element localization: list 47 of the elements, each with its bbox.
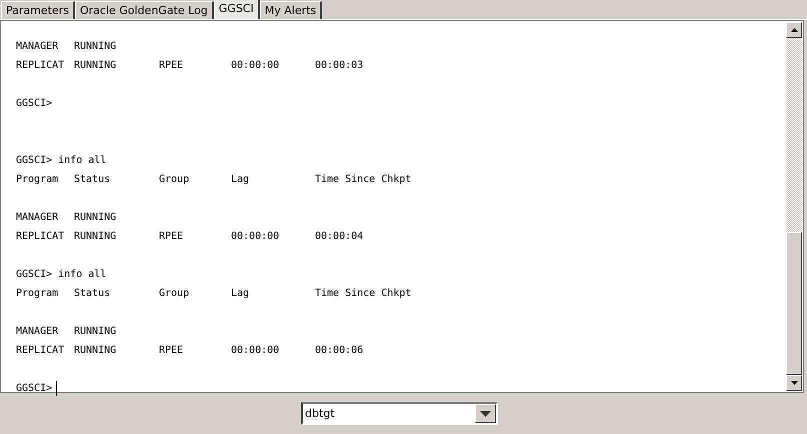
console-text: Lag <box>231 288 250 299</box>
console-text: GGSCI> info all <box>16 154 106 168</box>
console-text: RUNNING <box>74 326 116 337</box>
console-text: Status <box>74 288 110 299</box>
tab[interactable]: Parameters <box>1 1 75 19</box>
console-text: MANAGER <box>16 326 58 337</box>
console-text: Lag <box>231 174 250 185</box>
console-text: Time Since Chkpt <box>315 288 412 299</box>
console-text: 00:00:03 <box>315 60 364 71</box>
up-triangle-icon <box>790 28 798 32</box>
console-text: REPLICAT <box>16 231 64 242</box>
console-text: 00:00:06 <box>315 345 364 356</box>
console-text: Program <box>16 288 58 299</box>
console-text: MANAGER <box>16 41 58 52</box>
scroll-up-button[interactable] <box>786 22 802 38</box>
console-text: RUNNING <box>74 60 116 71</box>
scroll-thumb[interactable] <box>786 232 802 375</box>
console-text: MANAGER <box>16 212 58 223</box>
console-text: RUNNING <box>74 41 116 52</box>
console-text: RUNNING <box>74 231 116 242</box>
dropdown-arrow-icon <box>480 410 491 416</box>
tab[interactable]: My Alerts <box>260 1 322 19</box>
console-text: GGSCI> info all <box>16 268 106 282</box>
console-text: GGSCI> <box>16 97 52 111</box>
console-text: REPLICAT <box>16 60 64 71</box>
console-text: Program <box>16 174 58 185</box>
tab[interactable]: GGSCI <box>214 0 260 19</box>
console-text: Group <box>159 288 190 299</box>
console-text: 00:00:00 <box>231 231 280 242</box>
console-text: RPEE <box>159 60 184 71</box>
console-text: 00:00:04 <box>315 231 364 242</box>
console-text: RUNNING <box>74 212 116 223</box>
scroll-down-button[interactable] <box>786 375 802 391</box>
console-text: 00:00:00 <box>231 60 280 71</box>
console-text: Status <box>74 174 110 185</box>
console-text: Time Since Chkpt <box>315 174 412 185</box>
console-text: RUNNING <box>74 345 116 356</box>
console-text: RPEE <box>159 231 184 242</box>
instance-dropdown[interactable]: dbtgt <box>301 402 498 425</box>
console-prompt: GGSCI> <box>16 382 52 396</box>
console-text: 00:00:00 <box>231 345 280 356</box>
tab[interactable]: Oracle GoldenGate Log <box>74 1 214 19</box>
console-text: REPLICAT <box>16 345 64 356</box>
console-text: RPEE <box>159 345 184 356</box>
text-cursor <box>56 381 58 396</box>
console-text: Group <box>159 174 190 185</box>
down-triangle-icon <box>790 381 798 385</box>
